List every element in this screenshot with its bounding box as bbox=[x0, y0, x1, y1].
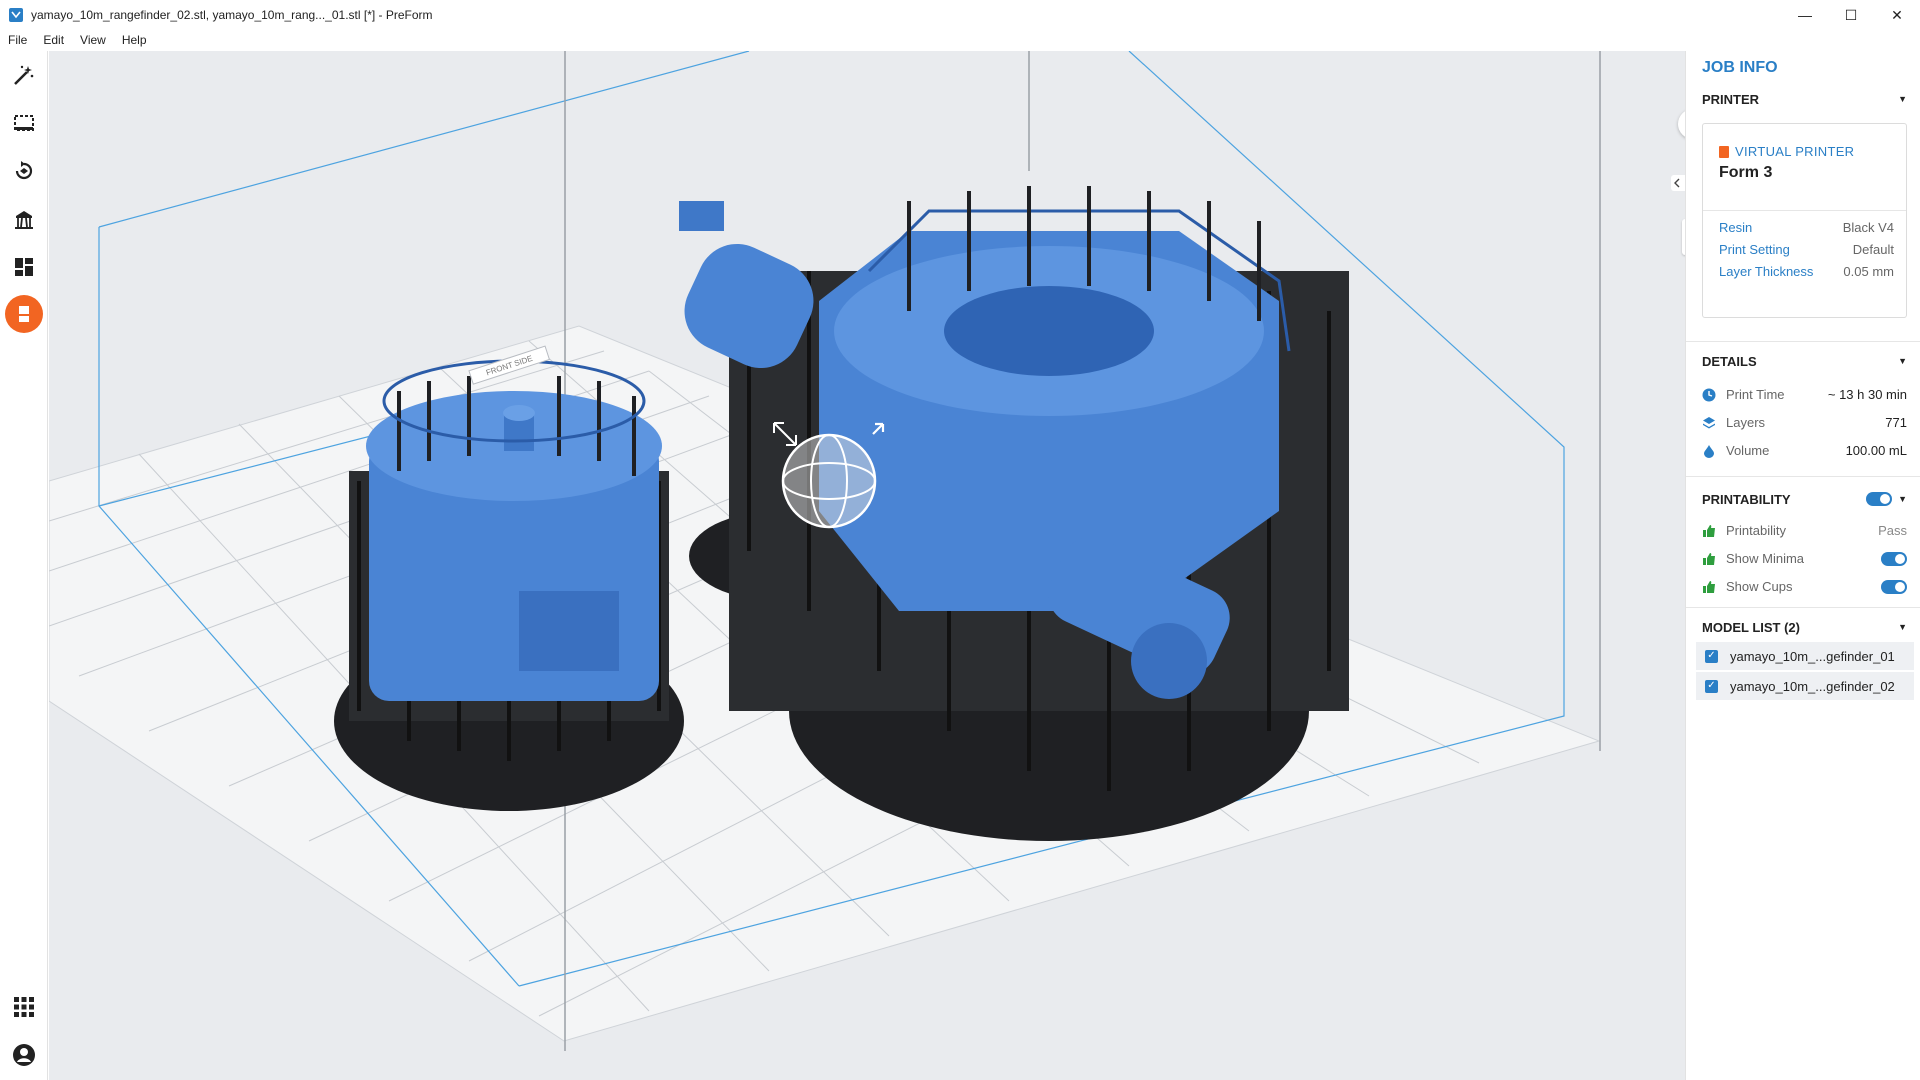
title-bar: yamayo_10m_rangefinder_02.stl, yamayo_10… bbox=[0, 0, 1920, 30]
preform-app-icon bbox=[9, 8, 23, 22]
layers-icon bbox=[1702, 416, 1716, 430]
layers-label: Layers bbox=[1726, 415, 1766, 430]
select-tool[interactable] bbox=[8, 107, 40, 139]
details-section-header[interactable]: DETAILS ▼ bbox=[1702, 351, 1907, 371]
divider bbox=[1686, 476, 1920, 477]
minimize-button[interactable]: — bbox=[1782, 0, 1828, 30]
layers-value: 771 bbox=[1885, 415, 1907, 430]
menu-edit[interactable]: Edit bbox=[35, 33, 72, 47]
print-setting-row[interactable]: Print Setting Default bbox=[1719, 242, 1894, 257]
virtual-printer-label: VIRTUAL PRINTER bbox=[1719, 144, 1854, 159]
printability-label: Printability bbox=[1726, 523, 1786, 538]
thumbs-up-icon bbox=[1702, 552, 1716, 566]
print-time-label: Print Time bbox=[1726, 387, 1785, 402]
job-info-tool[interactable] bbox=[5, 295, 43, 333]
divider bbox=[1686, 341, 1920, 342]
model-checkbox[interactable]: ✓ bbox=[1705, 679, 1718, 693]
resin-row[interactable]: Resin Black V4 bbox=[1719, 220, 1894, 235]
print-setting-label: Print Setting bbox=[1719, 242, 1790, 257]
select-box-icon bbox=[14, 115, 34, 131]
print-setting-value: Default bbox=[1852, 242, 1894, 257]
job-info-icon bbox=[19, 306, 29, 322]
caret-down-icon: ▼ bbox=[1898, 94, 1907, 104]
volume-value: 100.00 mL bbox=[1845, 443, 1907, 458]
clock-icon bbox=[1702, 388, 1716, 402]
orientation-tool[interactable] bbox=[8, 155, 40, 187]
supports-tool[interactable] bbox=[8, 203, 40, 235]
magic-wand-tool[interactable] bbox=[8, 59, 40, 91]
model-list-section-title: MODEL LIST (2) bbox=[1702, 619, 1800, 635]
magic-wand-icon bbox=[14, 65, 34, 85]
menu-bar: File Edit View Help bbox=[0, 30, 1920, 50]
build-scene[interactable]: FRONT SIDE bbox=[49, 51, 1685, 1080]
model-small-body bbox=[366, 359, 662, 701]
close-button[interactable]: ✕ bbox=[1874, 0, 1920, 30]
panel-title: JOB INFO bbox=[1702, 59, 1778, 76]
caret-down-icon: ▼ bbox=[1898, 494, 1907, 504]
resin-value: Black V4 bbox=[1842, 220, 1894, 235]
menu-file[interactable]: File bbox=[0, 33, 35, 47]
print-time-value: ~ 13 h 30 min bbox=[1827, 387, 1907, 402]
printer-section-title: PRINTER bbox=[1702, 91, 1760, 107]
orientation-icon bbox=[15, 161, 33, 180]
printability-value: Pass bbox=[1878, 523, 1907, 538]
resin-label: Resin bbox=[1719, 220, 1753, 235]
printer-card[interactable]: VIRTUAL PRINTER Form 3 Resin Black V4 Pr… bbox=[1702, 123, 1907, 318]
view-navigation-pad[interactable] bbox=[1669, 159, 1685, 207]
3d-viewport[interactable]: FRONT SIDE › + − bbox=[49, 51, 1685, 1080]
layer-thickness-label: Layer Thickness bbox=[1719, 264, 1814, 279]
show-cups-toggle[interactable] bbox=[1881, 579, 1907, 594]
layout-tool[interactable] bbox=[8, 251, 40, 283]
window-title: yamayo_10m_rangefinder_02.stl, yamayo_10… bbox=[31, 8, 433, 22]
print-time-row: Print Time ~ 13 h 30 min bbox=[1702, 387, 1907, 402]
printability-row: Printability Pass bbox=[1702, 523, 1907, 538]
thumbs-up-icon bbox=[1702, 524, 1716, 538]
show-minima-row: Show Minima bbox=[1702, 551, 1907, 566]
left-toolbar bbox=[0, 51, 48, 1080]
model-list-item[interactable]: ✓ yamayo_10m_...gefinder_01 bbox=[1696, 642, 1914, 670]
show-minima-label: Show Minima bbox=[1726, 551, 1805, 566]
rotate-gizmo[interactable] bbox=[781, 433, 877, 529]
apps-button[interactable] bbox=[8, 991, 40, 1023]
layers-row: Layers 771 bbox=[1702, 415, 1907, 430]
menu-help[interactable]: Help bbox=[114, 33, 155, 47]
account-button[interactable] bbox=[8, 1039, 40, 1071]
window-controls: — ☐ ✕ bbox=[1782, 0, 1920, 30]
volume-label: Volume bbox=[1726, 443, 1770, 458]
resin-drop-icon bbox=[1702, 444, 1716, 458]
menu-view[interactable]: View bbox=[72, 33, 114, 47]
thumbs-up-icon bbox=[1702, 580, 1716, 594]
supports-icon bbox=[15, 211, 33, 229]
printer-section-header[interactable]: PRINTER ▼ bbox=[1702, 89, 1907, 109]
caret-down-icon: ▼ bbox=[1898, 622, 1907, 632]
details-section-title: DETAILS bbox=[1702, 353, 1757, 369]
printability-toggle[interactable] bbox=[1866, 492, 1893, 506]
job-info-panel: JOB INFO PRINTER ▼ VIRTUAL PRINTER Form … bbox=[1685, 51, 1920, 1080]
caret-down-icon: ▼ bbox=[1898, 356, 1907, 366]
account-icon bbox=[13, 1044, 35, 1066]
show-minima-toggle[interactable] bbox=[1881, 551, 1907, 566]
card-divider bbox=[1703, 210, 1906, 211]
printer-icon bbox=[1719, 145, 1729, 158]
divider bbox=[1686, 607, 1920, 608]
model-checkbox[interactable]: ✓ bbox=[1705, 649, 1718, 663]
show-cups-row: Show Cups bbox=[1702, 579, 1907, 594]
printability-section-header[interactable]: PRINTABILITY ▼ bbox=[1702, 489, 1907, 509]
virtual-printer-text: VIRTUAL PRINTER bbox=[1735, 144, 1855, 159]
model-list-section-header[interactable]: MODEL LIST (2) ▼ bbox=[1702, 617, 1907, 637]
maximize-button[interactable]: ☐ bbox=[1828, 0, 1874, 30]
printability-controls: ▼ bbox=[1866, 492, 1907, 506]
printer-model-name: Form 3 bbox=[1719, 164, 1773, 181]
layout-icon bbox=[15, 258, 33, 276]
printability-section-title: PRINTABILITY bbox=[1702, 491, 1791, 507]
volume-row: Volume 100.00 mL bbox=[1702, 443, 1907, 458]
model-name: yamayo_10m_...gefinder_01 bbox=[1730, 648, 1895, 664]
show-cups-label: Show Cups bbox=[1726, 579, 1793, 594]
apps-grid-icon bbox=[14, 997, 34, 1017]
layer-thickness-row[interactable]: Layer Thickness 0.05 mm bbox=[1719, 264, 1894, 279]
model-name: yamayo_10m_...gefinder_02 bbox=[1730, 678, 1895, 694]
model-list-item[interactable]: ✓ yamayo_10m_...gefinder_02 bbox=[1696, 672, 1914, 700]
layer-thickness-value: 0.05 mm bbox=[1843, 264, 1894, 279]
